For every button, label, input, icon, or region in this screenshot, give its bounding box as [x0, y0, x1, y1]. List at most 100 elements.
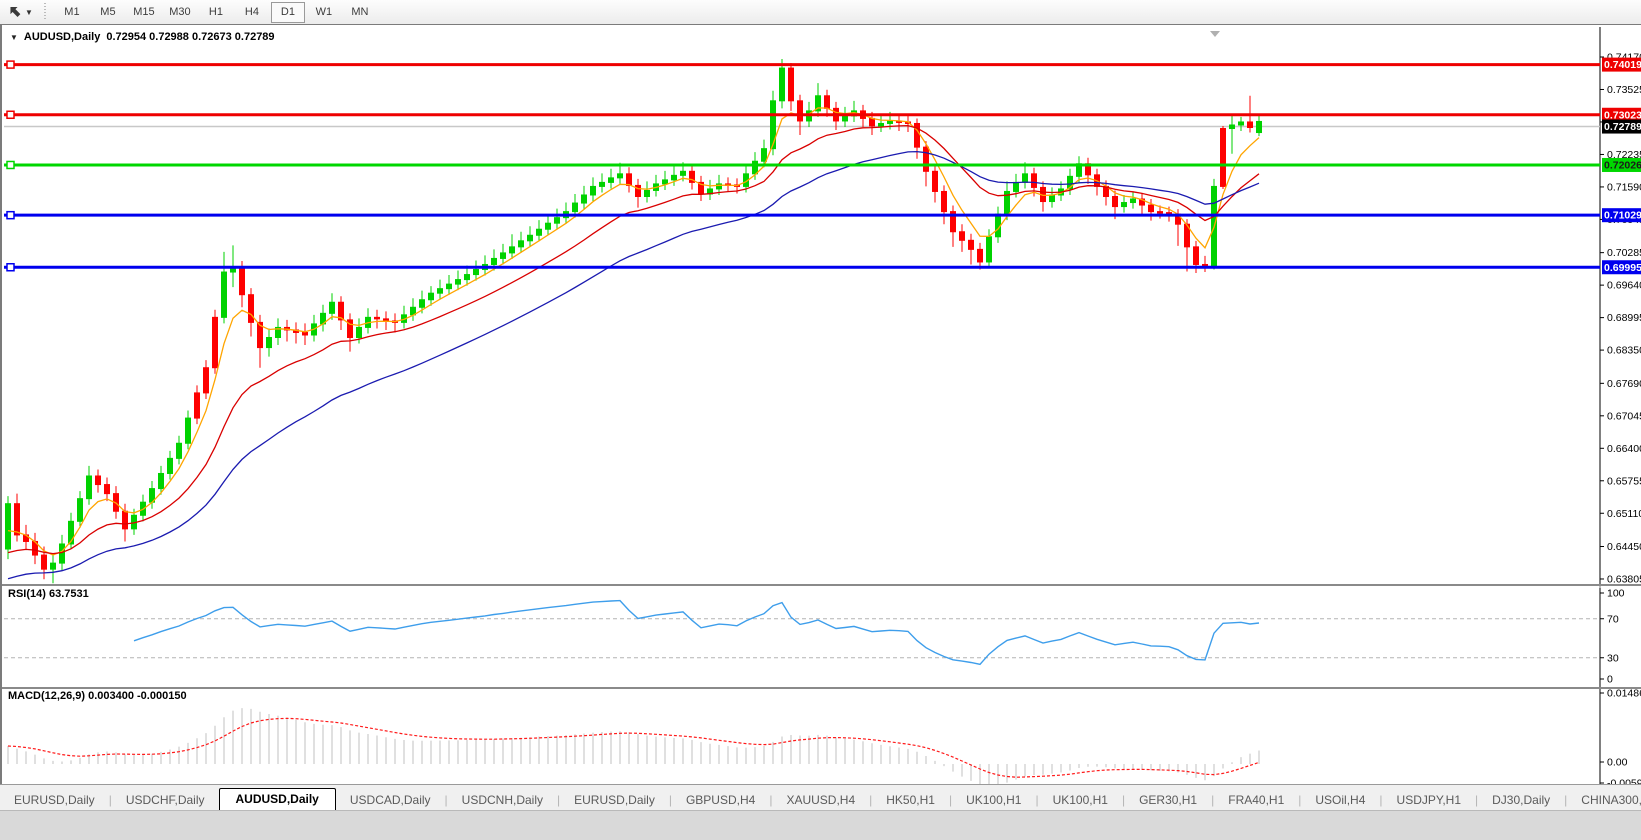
timeframe-buttons: M1 M5 M15 M30 H1 H4 D1 W1 MN	[54, 1, 378, 23]
level-badge-label: 0.73023	[1604, 109, 1641, 121]
candle-body	[941, 190, 947, 213]
candle-body	[617, 173, 623, 179]
candle-body	[932, 170, 938, 192]
timeframe-button-m5[interactable]: M5	[91, 2, 125, 23]
symbol-tab-usdchf-daily[interactable]: USDCHF,Daily	[112, 790, 219, 811]
candle-body	[1229, 124, 1235, 130]
timeframe-button-mn[interactable]: MN	[343, 2, 377, 23]
level-anchor	[6, 110, 15, 120]
candle-body	[302, 331, 308, 336]
candle-body	[536, 228, 542, 236]
candle-body	[1121, 202, 1127, 208]
candle-body	[608, 177, 614, 183]
symbol-tab-ger30-h1[interactable]: GER30,H1	[1125, 790, 1211, 811]
price-tick-label: 0.69640	[1607, 280, 1641, 292]
current-price-badge-label: 0.72789	[1604, 121, 1641, 133]
symbol-tab-dj30-daily[interactable]: DJ30,Daily	[1478, 790, 1564, 811]
candle-body	[1256, 120, 1262, 134]
chart-cursor-icon-glyph	[10, 7, 21, 17]
candle-body	[752, 160, 758, 175]
candle-body	[1148, 204, 1154, 213]
candle-body	[59, 543, 65, 564]
price-tick-label: 0.65755	[1607, 475, 1641, 487]
timeframe-button-m1[interactable]: M1	[55, 2, 89, 23]
symbol-tab-usdjpy-h1[interactable]: USDJPY,H1	[1383, 790, 1475, 811]
candle-body	[473, 269, 479, 276]
candle-body	[329, 301, 335, 314]
timeframe-button-m30[interactable]: M30	[163, 2, 197, 23]
price-tick-label: 0.65110	[1607, 508, 1641, 520]
candle-body	[887, 120, 893, 124]
chart-symbol: AUDUSD,Daily	[23, 31, 101, 43]
price-tick-label: 0.67045	[1607, 410, 1641, 422]
macd-indicator-label: MACD(12,26,9) 0.003400 -0.000150	[8, 690, 187, 702]
candle-body	[356, 326, 362, 339]
candle-body	[1112, 195, 1118, 208]
symbol-tab-xauusd-h4[interactable]: XAUUSD,H4	[772, 790, 869, 811]
candle-body	[1031, 173, 1037, 188]
candle-body	[788, 67, 794, 102]
candle-body	[581, 194, 587, 204]
status-strip	[0, 810, 1641, 840]
symbol-tab-uk100-h1[interactable]: UK100,H1	[952, 790, 1035, 811]
candle-body	[545, 222, 551, 230]
timeframe-button-w1[interactable]: W1	[307, 2, 341, 23]
symbol-tab-usdcad-daily[interactable]: USDCAD,Daily	[336, 790, 445, 811]
chart-cursor-icon[interactable]	[4, 3, 24, 21]
candle-body	[185, 417, 191, 444]
toolbar-grip[interactable]	[42, 3, 48, 21]
candle-body	[1238, 121, 1244, 126]
timeframe-button-h4[interactable]: H4	[235, 2, 269, 23]
timeframe-button-h1[interactable]: H1	[199, 2, 233, 23]
level-badge-label: 0.71029	[1604, 210, 1641, 222]
candle-body	[977, 248, 983, 263]
candle-body	[671, 174, 677, 181]
symbol-tab-fra40-h1[interactable]: FRA40,H1	[1214, 790, 1298, 811]
candle-body	[500, 252, 506, 259]
candle-body	[194, 392, 200, 419]
symbol-tab-uk100-h1[interactable]: UK100,H1	[1039, 790, 1122, 811]
chart-cursor-dropdown-icon[interactable]: ▼	[25, 8, 33, 17]
candle-body	[761, 148, 767, 162]
level-anchor	[6, 60, 15, 69]
candle-body	[572, 202, 578, 213]
candle-body	[1049, 194, 1055, 203]
rsi-tick-label: 0	[1607, 674, 1613, 686]
candle-body	[95, 475, 101, 486]
candle-body	[590, 185, 596, 196]
rsi-indicator-label: RSI(14) 63.7531	[8, 588, 89, 600]
candle-body	[122, 510, 128, 530]
candle-body	[77, 498, 83, 522]
symbol-tab-china300-h1[interactable]: CHINA300,H1	[1567, 790, 1641, 811]
symbol-tab-usoil-h4[interactable]: USOil,H4	[1301, 790, 1379, 811]
candle-body	[1130, 198, 1136, 204]
chart-menu-arrow-icon[interactable]: ▼	[10, 33, 18, 42]
chart-ohlc-values: 0.72954 0.72988 0.72673 0.72789	[106, 31, 275, 43]
timeframe-button-d1[interactable]: D1	[270, 1, 305, 23]
level-badge-label: 0.69995	[1604, 262, 1641, 274]
candle-body	[554, 217, 560, 224]
candle-body	[464, 274, 470, 281]
symbol-tab-eurusd-daily[interactable]: EURUSD,Daily	[0, 790, 109, 811]
symbol-tab-eurusd-daily[interactable]: EURUSD,Daily	[560, 790, 669, 811]
candle-body	[644, 189, 650, 197]
chart-canvas[interactable]: 0.741700.735250.728800.722350.715900.709…	[2, 25, 1641, 810]
candle-body	[1013, 181, 1019, 192]
candle-body	[212, 316, 218, 369]
symbol-tab-audusd-daily[interactable]: AUDUSD,Daily	[218, 788, 336, 811]
candle-body	[959, 231, 965, 241]
symbol-tab-hk50-h1[interactable]: HK50,H1	[872, 790, 949, 811]
candle-body	[1022, 173, 1028, 183]
candle-body	[1220, 128, 1226, 187]
symbol-tab-gbpusd-h4[interactable]: GBPUSD,H4	[672, 790, 769, 811]
candle-body	[50, 562, 56, 570]
candle-body	[986, 236, 992, 263]
candle-body	[968, 239, 974, 250]
candle-body	[1157, 211, 1163, 214]
chart-title: ▼ AUDUSD,Daily 0.72954 0.72988 0.72673 0…	[10, 31, 275, 43]
symbol-tab-usdcnh-daily[interactable]: USDCNH,Daily	[448, 790, 557, 811]
candle-body	[248, 294, 254, 323]
candle-body	[995, 213, 1001, 238]
timeframe-button-m15[interactable]: M15	[127, 2, 161, 23]
symbol-tab-bar: EURUSD,Daily | USDCHF,Daily AUDUSD,Daily USD…	[0, 784, 1641, 811]
